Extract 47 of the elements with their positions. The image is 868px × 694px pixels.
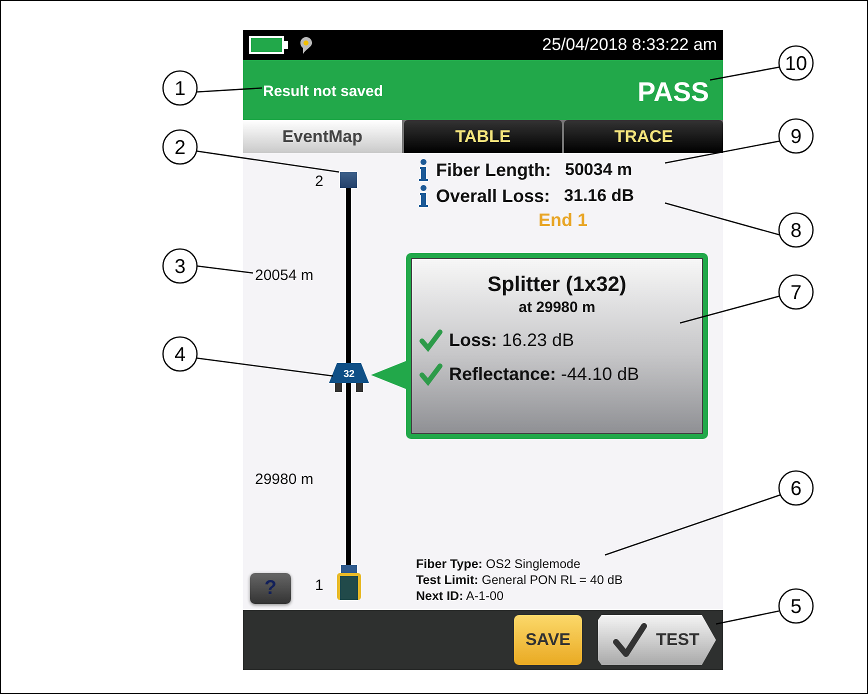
location-pin-icon bbox=[299, 36, 313, 54]
callout-marker: 5 bbox=[778, 588, 814, 624]
test-result: PASS bbox=[637, 76, 709, 108]
leader-line bbox=[710, 66, 780, 81]
summary-value: 31.16 dB bbox=[564, 186, 634, 206]
far-end-marker bbox=[340, 172, 357, 188]
check-icon bbox=[612, 622, 648, 658]
leader-line bbox=[716, 610, 780, 625]
card-pointer bbox=[371, 361, 406, 389]
near-end-label: 1 bbox=[315, 577, 324, 594]
end-label: End 1 bbox=[537, 210, 588, 231]
event-card[interactable]: Splitter (1x32) at 29980 m Loss: 16.23 dB Reflectance: -44.10 dB bbox=[406, 253, 708, 439]
callout-marker: 9 bbox=[778, 118, 814, 154]
summary-value: 50034 m bbox=[565, 160, 632, 180]
tab[interactable]: TRACE bbox=[564, 120, 724, 153]
info-icon[interactable] bbox=[419, 159, 428, 181]
summary-label: Overall Loss: bbox=[436, 186, 550, 206]
tab[interactable]: TABLE bbox=[404, 120, 562, 153]
battery-icon bbox=[249, 36, 289, 54]
callout-marker: 3 bbox=[162, 248, 198, 284]
callout-marker: 2 bbox=[162, 129, 198, 165]
summary-label: Fiber Length: bbox=[436, 160, 551, 180]
test-button[interactable]: TEST bbox=[598, 615, 716, 665]
leader-line bbox=[196, 87, 262, 93]
detail-line: Next ID: A-1-00 bbox=[416, 588, 505, 604]
save-status: Result not saved bbox=[263, 82, 384, 100]
event-title: Splitter (1x32) bbox=[486, 273, 628, 297]
leader-line bbox=[196, 265, 254, 274]
detail-line: Test Limit: General PON RL = 40 dB bbox=[416, 572, 624, 588]
distance-label: 20054 m bbox=[255, 267, 314, 284]
callout-marker: 4 bbox=[162, 336, 198, 372]
callout-marker: 7 bbox=[778, 274, 814, 310]
far-end-label: 2 bbox=[315, 173, 324, 190]
callout-marker: 6 bbox=[778, 470, 814, 506]
distance-label: 29980 m bbox=[255, 471, 314, 488]
info-icon[interactable] bbox=[419, 185, 428, 207]
detail-line: Fiber Type: OS2 Singlemode bbox=[416, 556, 582, 572]
event-result: Loss: 16.23 dB bbox=[449, 330, 574, 350]
date-time: 25/04/2018 8:33:22 am bbox=[542, 35, 717, 55]
save-button[interactable]: SAVE bbox=[514, 615, 582, 665]
connector-icon bbox=[335, 565, 363, 600]
event-location: at 29980 m bbox=[518, 299, 596, 316]
callout-marker: 10 bbox=[778, 45, 814, 81]
event-result: Reflectance: -44.10 dB bbox=[449, 364, 640, 384]
callout-marker: 8 bbox=[778, 212, 814, 248]
callout-marker: 1 bbox=[162, 70, 198, 106]
tab[interactable]: EventMap bbox=[243, 120, 402, 153]
